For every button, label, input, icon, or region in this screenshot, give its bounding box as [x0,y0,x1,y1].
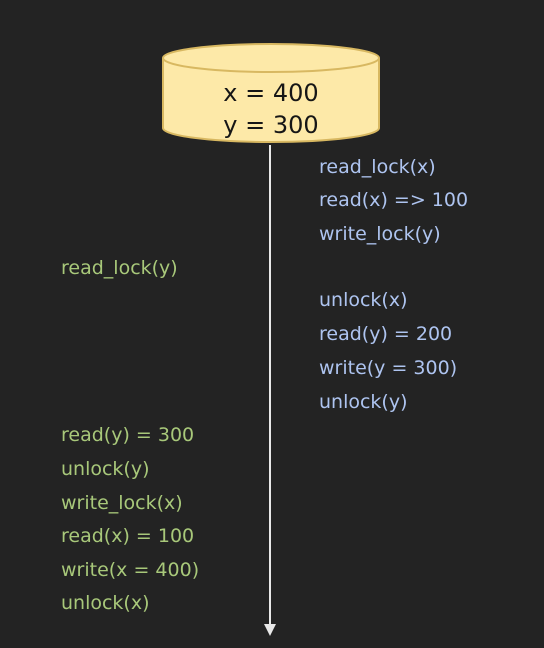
left-operation: write_lock(x) [61,492,183,514]
left-operation: unlock(x) [61,592,150,614]
left-operation: read_lock(y) [61,257,178,279]
right-operation: unlock(x) [319,289,408,311]
right-operation: read(y) = 200 [319,323,453,345]
left-operation: write(x = 400) [61,559,200,581]
right-operation: unlock(y) [319,391,408,413]
timeline-arrowhead [264,624,276,636]
right-operation: write(y = 300) [319,357,458,379]
timeline-arrow [264,145,276,636]
left-operation: read(x) = 100 [61,525,195,547]
right-operation: read(x) => 100 [319,189,469,211]
left-operation: read(y) = 300 [61,424,195,446]
left-operation: unlock(y) [61,458,150,480]
right-operation: read_lock(x) [319,156,436,178]
right-operation: write_lock(y) [319,223,441,245]
